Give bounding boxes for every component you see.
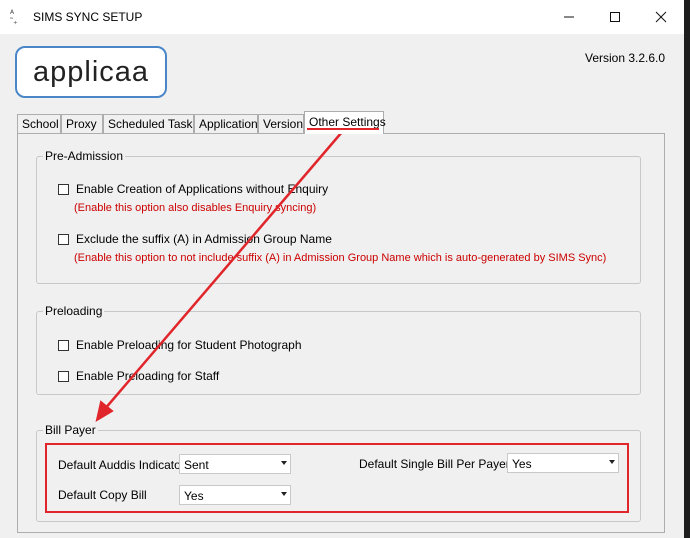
dropdown-arrow-icon <box>281 492 287 496</box>
minimize-button[interactable] <box>546 0 592 34</box>
suffix-note: (Enable this option to not include suffi… <box>74 252 607 264</box>
logo-text: applicaa <box>32 55 150 88</box>
tab-version[interactable]: Version <box>258 114 304 133</box>
copy-bill-label: Default Copy Bill <box>58 488 147 502</box>
tab-label: School <box>22 117 59 131</box>
bill-payer-group: Bill Payer Default Auddis Indicator Sent… <box>36 423 641 522</box>
preloading-title: Preloading <box>43 304 105 318</box>
preload-staff-option[interactable]: Enable Preloading for Staff <box>58 369 219 383</box>
version-label: Version 3.2.6.0 <box>585 51 666 65</box>
option-label: Enable Creation of Applications without … <box>76 182 329 196</box>
pre-admission-group: Pre-Admission Enable Creation of Applica… <box>36 149 641 284</box>
tab-application[interactable]: Application <box>194 114 258 133</box>
tab-label: Proxy <box>66 117 97 131</box>
applicaa-logo: applicaa <box>15 46 167 98</box>
tab-label: Scheduled Task <box>108 117 193 131</box>
window-title: SIMS SYNC SETUP <box>33 10 143 24</box>
exclude-suffix-option[interactable]: Exclude the suffix (A) in Admission Grou… <box>58 232 332 246</box>
tab-label: Other Settings <box>309 115 386 129</box>
tab-annotation-underline <box>307 128 379 130</box>
other-settings-panel: Pre-Admission Enable Creation of Applica… <box>17 133 665 533</box>
option-label: Enable Preloading for Staff <box>76 369 220 383</box>
tab-label: Version <box>263 117 304 131</box>
background-strip <box>684 0 690 538</box>
preload-staff-checkbox[interactable] <box>58 370 69 382</box>
minimize-icon <box>564 16 574 18</box>
auddis-indicator-label: Default Auddis Indicator <box>58 458 185 472</box>
tab-scheduled-task[interactable]: Scheduled Task <box>103 114 194 133</box>
enable-applications-without-enquiry-checkbox[interactable] <box>58 183 69 195</box>
select-value: Sent <box>184 458 209 472</box>
auddis-indicator-select[interactable]: Sent <box>179 454 291 474</box>
dropdown-arrow-icon <box>609 460 615 464</box>
option-label: Exclude the suffix (A) in Admission Grou… <box>76 232 332 246</box>
single-bill-select[interactable]: Yes <box>507 453 619 473</box>
option-label: Enable Preloading for Student Photograph <box>76 338 302 352</box>
enquiry-sync-note: (Enable this option also disables Enquir… <box>74 202 317 214</box>
exclude-suffix-checkbox[interactable] <box>58 233 69 245</box>
pre-admission-title: Pre-Admission <box>43 149 126 163</box>
single-bill-label: Default Single Bill Per Payer <box>359 457 510 471</box>
tab-label: Application <box>199 117 258 131</box>
preloading-group: Preloading Enable Preloading for Student… <box>36 304 641 395</box>
preload-student-photo-checkbox[interactable] <box>58 339 69 351</box>
maximize-icon <box>610 12 620 22</box>
maximize-button[interactable] <box>592 0 638 34</box>
title-bar[interactable]: ᴬ ˜₊ SIMS SYNC SETUP <box>0 0 684 34</box>
tab-school[interactable]: School <box>17 114 61 133</box>
dropdown-arrow-icon <box>281 461 287 465</box>
setup-window: ᴬ ˜₊ SIMS SYNC SETUP applicaa Version 3.2… <box>0 0 685 538</box>
enable-applications-without-enquiry-option[interactable]: Enable Creation of Applications without … <box>58 182 328 196</box>
select-value: Yes <box>512 457 532 471</box>
tab-proxy[interactable]: Proxy <box>61 114 103 133</box>
bill-payer-title: Bill Payer <box>43 423 98 437</box>
tab-other-settings[interactable]: Other Settings <box>304 111 386 134</box>
app-icon: ᴬ ˜₊ <box>10 8 18 26</box>
close-button[interactable] <box>638 0 684 34</box>
copy-bill-select[interactable]: Yes <box>179 485 291 505</box>
select-value: Yes <box>184 489 204 503</box>
close-icon <box>655 11 667 23</box>
preload-student-photo-option[interactable]: Enable Preloading for Student Photograph <box>58 338 302 352</box>
